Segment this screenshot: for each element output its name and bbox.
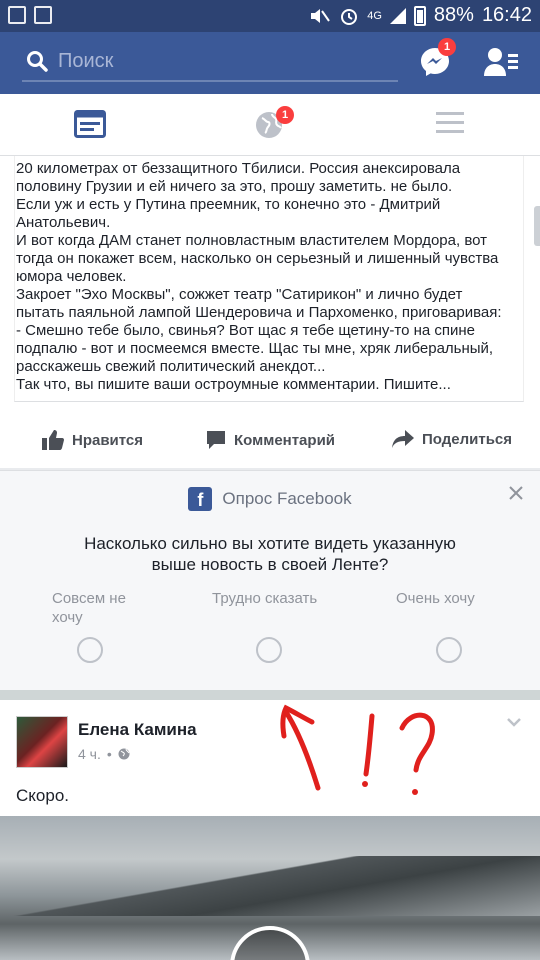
feed-post: Елена Камина 4 ч. • Скоро. (0, 700, 540, 960)
survey-title: Опрос Facebook (222, 489, 352, 508)
comment-button[interactable]: Комментарий (206, 430, 335, 450)
post-text-line: Так что, вы пишите ваши остроумные комме… (16, 376, 451, 393)
search-icon (27, 51, 48, 72)
post-text: Скоро. (16, 786, 69, 805)
tab-menu[interactable] (390, 94, 510, 156)
comment-label: Комментарий (234, 431, 336, 449)
status-notifications (8, 6, 52, 24)
post-time[interactable]: 4 ч. (78, 746, 101, 762)
share-button[interactable]: Поделиться (392, 430, 512, 448)
clock-time: 16:42 (481, 4, 532, 26)
alarm-icon (341, 8, 358, 25)
feed-post: 20 километрах от беззащитного Тбилиси. Р… (0, 156, 540, 468)
mute-icon (311, 8, 331, 23)
video-landscape (0, 856, 540, 916)
post-text-line: Закроет "Эхо Москвы", сожжет театр "Сати… (16, 286, 463, 303)
survey-option-text: Трудно сказать (212, 590, 318, 607)
like-button[interactable]: Нравится (42, 430, 143, 450)
post-text-line: И вот когда ДАМ станет полновластным вла… (16, 232, 488, 249)
post-text-line: Если уж и есть у Путина преемник, то кон… (16, 196, 441, 213)
post-text-line: расскажешь свежий политический анекдот..… (16, 358, 326, 375)
survey-option-text: хочу (52, 609, 83, 626)
facebook-logo-icon: f (188, 487, 213, 511)
gallery-notification-icon (8, 6, 26, 24)
survey-radio-not-at-all[interactable] (77, 637, 103, 663)
post-actions: Нравится Комментарий Поделиться (0, 418, 540, 468)
search-placeholder: Поиск (58, 50, 114, 72)
top-header: Поиск 1 (0, 32, 540, 94)
scroll-indicator (534, 206, 540, 246)
share-arrow-icon (392, 430, 414, 448)
avatar[interactable] (16, 716, 68, 768)
post-text-line: пытать паяльной лампой Шендеровича и Пар… (16, 304, 502, 321)
chevron-down-icon[interactable] (506, 716, 522, 728)
post-text-line: 20 километрах от беззащитного Тбилиси. Р… (16, 160, 461, 177)
like-label: Нравится (72, 431, 144, 449)
signal-icon (389, 7, 406, 24)
friend-requests-icon (484, 48, 518, 76)
status-bar: 4G 88% 16:42 (0, 0, 540, 32)
tab-news-feed[interactable] (30, 94, 150, 156)
hamburger-menu-icon (436, 112, 464, 133)
survey-option-text: Совсем не (52, 590, 126, 607)
survey-option-label: Очень хочу (396, 589, 536, 608)
post-text-line: юмора человек. (16, 268, 127, 285)
network-type: 4G (367, 9, 382, 22)
survey-question-line: Насколько сильно вы хотите видеть указан… (84, 534, 456, 553)
thumbs-up-icon (42, 430, 64, 450)
post-text-line: подпалю - вот и посмеемся вместе. Щас ты… (16, 340, 494, 357)
facebook-survey: f Опрос Facebook Насколько сильно вы хот… (0, 470, 540, 690)
close-icon[interactable] (508, 485, 524, 501)
post-text-line: половину Грузии и ей ничего за это, прош… (16, 178, 453, 195)
survey-option-label: Трудно сказать (212, 589, 352, 608)
public-globe-icon (118, 748, 130, 760)
news-feed-icon (74, 110, 106, 138)
search-input[interactable]: Поиск (22, 44, 398, 82)
post-text: 20 километрах от беззащитного Тбилиси. Р… (16, 160, 520, 394)
survey-question: Насколько сильно вы хотите видеть указан… (40, 533, 500, 575)
battery-percent: 88% (433, 4, 474, 26)
comment-icon (207, 431, 225, 449)
video-thumbnail[interactable] (0, 816, 540, 960)
messenger-badge: 1 (438, 38, 456, 56)
friend-requests-button[interactable] (484, 46, 520, 78)
survey-option-text: Очень хочу (396, 590, 475, 607)
survey-header: f Опрос Facebook (0, 487, 540, 511)
status-indicators: 4G 88% 16:42 (309, 4, 532, 27)
survey-radio-very-much[interactable] (436, 637, 462, 663)
share-label: Поделиться (422, 430, 513, 448)
post-meta: 4 ч. • (78, 746, 130, 762)
survey-question-line: выше новость в своей Ленте? (151, 555, 389, 574)
messenger-button[interactable]: 1 (418, 38, 456, 78)
tab-bar: 1 (0, 94, 540, 156)
notifications-badge: 1 (276, 106, 294, 124)
survey-radio-hard-to-say[interactable] (256, 637, 282, 663)
post-text-line: Анатольевич. (16, 214, 111, 231)
battery-icon (413, 5, 426, 26)
play-button[interactable] (230, 926, 310, 960)
meta-separator: • (106, 746, 112, 762)
post-text-line: тогда он покажет всем, насколько он серь… (16, 250, 499, 267)
feed-separator (0, 690, 540, 700)
survey-option-label: Совсем не хочу (52, 589, 192, 627)
post-author[interactable]: Елена Камина (78, 720, 197, 740)
photos-notification-icon (34, 6, 52, 24)
post-text-line: - Смешно тебе было, свинья? Вот щас я те… (16, 322, 476, 339)
tab-notifications[interactable]: 1 (210, 94, 330, 156)
